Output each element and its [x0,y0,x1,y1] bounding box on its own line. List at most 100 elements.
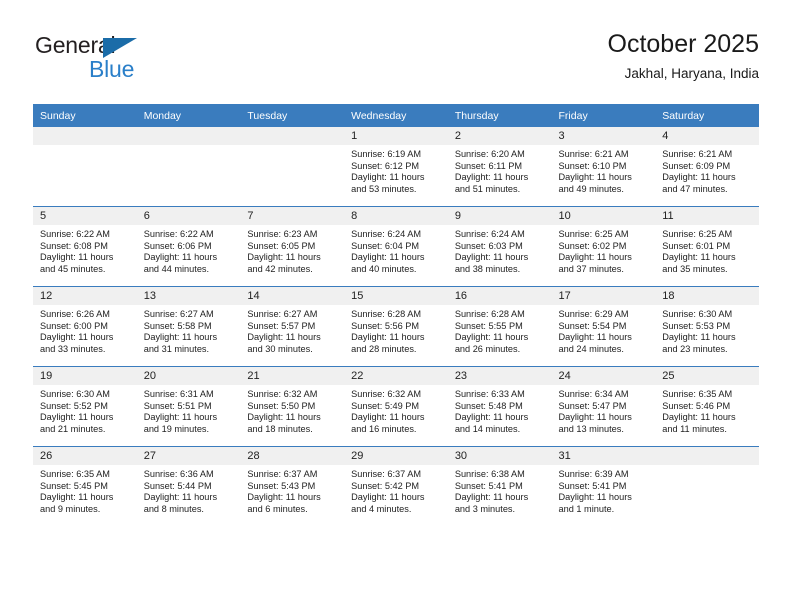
daylight-text: Daylight: 11 hours and 4 minutes. [351,492,425,514]
calendar-day-cell[interactable]: 26 Sunrise: 6:35 AM Sunset: 5:45 PM Dayligh… [33,446,137,526]
day-details: Sunrise: 6:37 AM Sunset: 5:43 PM Daylight:… [240,465,344,515]
sunrise-text: Sunrise: 6:22 AM [40,229,110,239]
sunrise-text: Sunrise: 6:24 AM [351,229,422,239]
daylight-text: Daylight: 11 hours and 8 minutes. [143,492,218,514]
calendar-day-cell[interactable]: 11 Sunrise: 6:25 AM Sunset: 6:01 PM Dayligh… [655,206,759,287]
day-cell-inner: 16 Sunrise: 6:28 AM Sunset: 5:55 PM Dayligh… [447,287,552,366]
day-number: 5 [33,207,137,225]
calendar-day-cell[interactable]: 23 Sunrise: 6:33 AM Sunset: 5:48 PM Dayligh… [447,366,552,447]
calendar-day-cell[interactable]: 21 Sunrise: 6:32 AM Sunset: 5:50 PM Dayligh… [240,366,345,447]
calendar-day-cell[interactable]: 31 Sunrise: 6:39 AM Sunset: 5:41 PM Dayligh… [551,446,656,526]
calendar-day-cell[interactable]: 6 Sunrise: 6:22 AM Sunset: 6:06 PM Daylight… [136,206,241,287]
day-details: Sunrise: 6:21 AM Sunset: 6:10 PM Daylight:… [552,145,656,195]
day-details: Sunrise: 6:21 AM Sunset: 6:09 PM Daylight:… [655,145,759,195]
calendar-day-cell[interactable]: 17 Sunrise: 6:29 AM Sunset: 5:54 PM Dayligh… [551,286,656,367]
day-number: 23 [447,367,552,385]
daylight-text: Daylight: 11 hours and 31 minutes. [143,332,218,354]
day-number: 11 [655,207,759,225]
calendar-day-cell[interactable]: 2 Sunrise: 6:20 AM Sunset: 6:11 PM Daylight… [447,127,552,207]
day-details: Sunrise: 6:25 AM Sunset: 6:01 PM Daylight:… [655,225,759,275]
sunset-text: Sunset: 5:44 PM [143,480,212,491]
day-cell-inner: 9 Sunrise: 6:24 AM Sunset: 6:03 PM Daylight… [447,207,552,286]
sunset-text: Sunset: 6:04 PM [351,240,420,251]
day-cell-inner: 30 Sunrise: 6:38 AM Sunset: 5:41 PM Dayligh… [447,447,552,526]
calendar-day-cell[interactable]: 25 Sunrise: 6:35 AM Sunset: 5:46 PM Dayligh… [655,366,759,447]
sunset-text: Sunset: 6:11 PM [454,160,523,171]
calendar-day-cell[interactable]: 16 Sunrise: 6:28 AM Sunset: 5:55 PM Dayligh… [447,286,552,367]
weekday-header-tuesday: Tuesday [240,104,345,127]
calendar-day-cell[interactable]: 10 Sunrise: 6:25 AM Sunset: 6:02 PM Dayligh… [551,206,656,287]
day-cell-inner [240,127,345,206]
calendar-day-cell[interactable]: 30 Sunrise: 6:38 AM Sunset: 5:41 PM Dayligh… [447,446,552,526]
day-cell-inner: 15 Sunrise: 6:28 AM Sunset: 5:56 PM Dayligh… [344,287,448,366]
day-cell-inner: 6 Sunrise: 6:22 AM Sunset: 6:06 PM Daylight… [136,207,241,286]
calendar-day-cell[interactable]: 19 Sunrise: 6:30 AM Sunset: 5:52 PM Dayligh… [33,366,137,447]
calendar-day-cell-empty [136,127,241,207]
logo-triangle-icon [103,38,137,58]
day-number [240,127,345,145]
sunset-text: Sunset: 5:48 PM [454,400,523,411]
day-number: 10 [551,207,656,225]
day-number: 13 [136,287,241,305]
day-number: 15 [344,287,448,305]
sunset-text: Sunset: 6:02 PM [558,240,627,251]
day-number: 31 [551,447,656,465]
weekday-header-friday: Friday [551,104,656,127]
day-details: Sunrise: 6:19 AM Sunset: 6:12 PM Daylight:… [344,145,448,195]
sunrise-text: Sunrise: 6:21 AM [662,149,733,159]
calendar-day-cell[interactable]: 29 Sunrise: 6:37 AM Sunset: 5:42 PM Dayligh… [344,446,448,526]
calendar-day-cell[interactable]: 22 Sunrise: 6:32 AM Sunset: 5:49 PM Dayligh… [344,366,448,447]
day-number: 21 [240,367,345,385]
weekday-header-wednesday: Wednesday [344,104,448,127]
daylight-text: Daylight: 11 hours and 18 minutes. [247,412,321,434]
daylight-text: Daylight: 11 hours and 42 minutes. [247,252,321,274]
sunset-text: Sunset: 5:47 PM [558,400,627,411]
day-cell-inner [33,127,137,206]
general-blue-logo[interactable]: General Blue [33,32,223,90]
sunset-text: Sunset: 5:53 PM [662,320,731,331]
sunrise-text: Sunrise: 6:19 AM [351,149,422,159]
calendar-day-cell[interactable]: 7 Sunrise: 6:23 AM Sunset: 6:05 PM Daylight… [240,206,345,287]
logo-text-blue: Blue [89,56,135,82]
calendar-day-cell[interactable]: 9 Sunrise: 6:24 AM Sunset: 6:03 PM Daylight… [447,206,552,287]
calendar-day-cell[interactable]: 27 Sunrise: 6:36 AM Sunset: 5:44 PM Dayligh… [136,446,241,526]
daylight-text: Daylight: 11 hours and 49 minutes. [558,172,632,194]
page-subtitle: Jakhal, Haryana, India [624,66,759,81]
daylight-text: Daylight: 11 hours and 28 minutes. [351,332,425,354]
sunrise-text: Sunrise: 6:34 AM [558,389,629,399]
day-details: Sunrise: 6:20 AM Sunset: 6:11 PM Daylight:… [448,145,552,195]
day-number: 12 [33,287,137,305]
sunset-text: Sunset: 6:03 PM [454,240,523,251]
calendar-day-cell[interactable]: 15 Sunrise: 6:28 AM Sunset: 5:56 PM Dayligh… [344,286,448,367]
weekday-header-monday: Monday [136,104,241,127]
calendar-day-cell[interactable]: 8 Sunrise: 6:24 AM Sunset: 6:04 PM Daylight… [344,206,448,287]
daylight-text: Daylight: 11 hours and 9 minutes. [40,492,114,514]
sunrise-text: Sunrise: 6:39 AM [558,469,629,479]
calendar-day-cell[interactable]: 20 Sunrise: 6:31 AM Sunset: 5:51 PM Dayligh… [136,366,241,447]
day-details: Sunrise: 6:30 AM Sunset: 5:53 PM Daylight:… [655,305,759,355]
calendar-day-cell[interactable]: 13 Sunrise: 6:27 AM Sunset: 5:58 PM Dayligh… [136,286,241,367]
day-details [655,465,759,469]
sunrise-text: Sunrise: 6:25 AM [558,229,629,239]
calendar-day-cell[interactable]: 5 Sunrise: 6:22 AM Sunset: 6:08 PM Daylight… [33,206,137,287]
calendar-day-cell[interactable]: 14 Sunrise: 6:27 AM Sunset: 5:57 PM Dayligh… [240,286,345,367]
calendar-day-cell[interactable]: 18 Sunrise: 6:30 AM Sunset: 5:53 PM Dayligh… [655,286,759,367]
calendar-day-cell[interactable]: 4 Sunrise: 6:21 AM Sunset: 6:09 PM Daylight… [655,127,759,207]
calendar-day-cell[interactable]: 24 Sunrise: 6:34 AM Sunset: 5:47 PM Dayligh… [551,366,656,447]
title-block: October 2025 Jakhal, Haryana, India [608,28,760,83]
day-details: Sunrise: 6:29 AM Sunset: 5:54 PM Daylight:… [552,305,656,355]
sunrise-text: Sunrise: 6:30 AM [40,389,110,399]
day-cell-inner: 12 Sunrise: 6:26 AM Sunset: 6:00 PM Dayligh… [33,287,137,366]
day-cell-inner: 11 Sunrise: 6:25 AM Sunset: 6:01 PM Dayligh… [655,207,759,286]
weekday-header-sunday: Sunday [33,104,137,127]
sunrise-text: Sunrise: 6:28 AM [454,309,525,319]
calendar-day-cell[interactable]: 28 Sunrise: 6:37 AM Sunset: 5:43 PM Dayligh… [240,446,345,526]
calendar-day-cell[interactable]: 1 Sunrise: 6:19 AM Sunset: 6:12 PM Daylight… [344,127,448,207]
daylight-text: Daylight: 11 hours and 26 minutes. [454,332,529,354]
day-details: Sunrise: 6:23 AM Sunset: 6:05 PM Daylight:… [240,225,344,275]
calendar-day-cell[interactable]: 12 Sunrise: 6:26 AM Sunset: 6:00 PM Dayligh… [33,286,137,367]
sunrise-text: Sunrise: 6:30 AM [662,309,733,319]
calendar-day-cell[interactable]: 3 Sunrise: 6:21 AM Sunset: 6:10 PM Daylight… [551,127,656,207]
day-number: 16 [447,287,552,305]
day-number: 14 [240,287,345,305]
